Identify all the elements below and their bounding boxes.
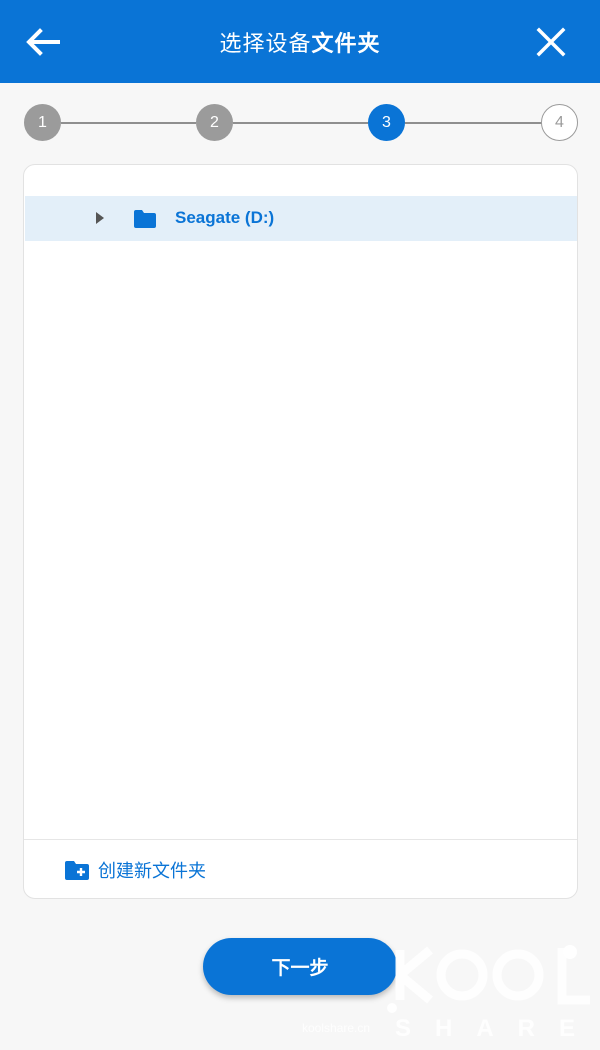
step-1: 1 bbox=[24, 104, 61, 141]
step-3: 3 bbox=[368, 104, 405, 141]
header-bar: 选择设备文件夹 bbox=[0, 0, 600, 83]
close-icon[interactable] bbox=[536, 27, 566, 57]
tree-item-seagate[interactable]: Seagate (D:) bbox=[25, 196, 577, 241]
panel-footer: 创建新文件夹 bbox=[24, 839, 577, 898]
create-folder-label: 创建新文件夹 bbox=[98, 861, 206, 882]
folder-tree-panel: Seagate (D:) 创建新文件夹 bbox=[23, 164, 578, 899]
step-2: 2 bbox=[196, 104, 233, 141]
page-title: 选择设备文件夹 bbox=[219, 26, 380, 58]
stepper-line bbox=[405, 122, 542, 124]
tree-item-label: Seagate (D:) bbox=[175, 208, 275, 227]
folder-plus-icon bbox=[65, 861, 89, 880]
create-folder-button[interactable]: 创建新文件夹 bbox=[64, 857, 206, 883]
title-light: 选择设备 bbox=[219, 31, 312, 57]
koolshare-watermark: koolshare.cn SHARE bbox=[302, 945, 599, 1042]
watermark-site: koolshare.cn bbox=[302, 1021, 370, 1035]
title-bold: 文件夹 bbox=[311, 31, 381, 57]
step-4: 4 bbox=[541, 104, 578, 141]
caret-right-icon[interactable] bbox=[96, 212, 104, 224]
arrow-left-icon[interactable] bbox=[24, 26, 60, 58]
watermark-sub: SHARE bbox=[395, 1015, 599, 1042]
stepper: 1 2 3 4 bbox=[24, 104, 578, 142]
stepper-line bbox=[61, 122, 196, 124]
folder-icon bbox=[134, 210, 156, 228]
stepper-line bbox=[233, 122, 368, 124]
